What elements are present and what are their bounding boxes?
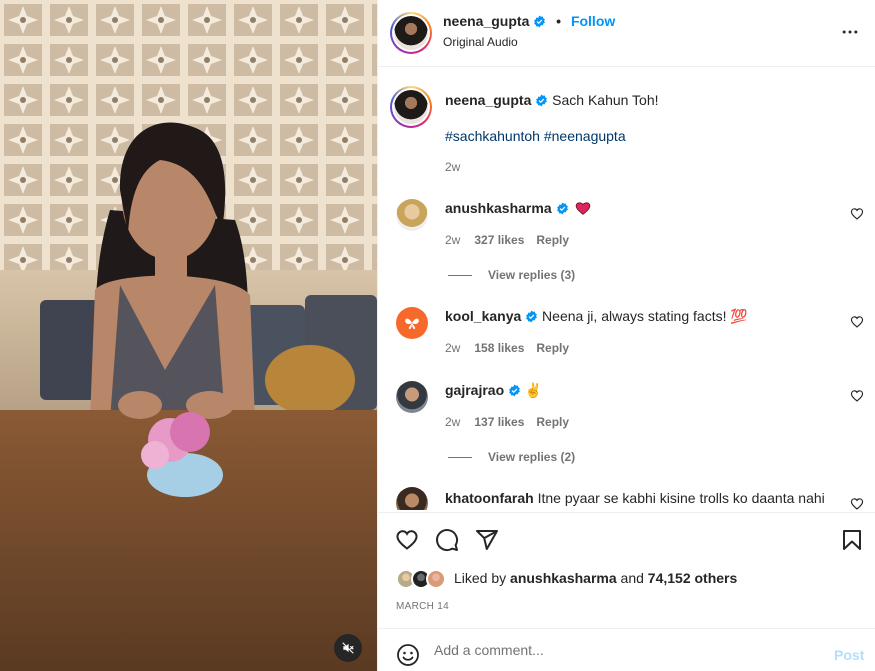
view-replies-label: View replies (2) — [488, 450, 576, 464]
comment-item: anushkasharma — [445, 200, 592, 216]
add-comment-bar: Post — [378, 628, 875, 671]
view-replies-label: View replies (3) — [488, 268, 576, 282]
video-frame — [0, 0, 377, 671]
comment-like-heart-icon[interactable] — [850, 207, 864, 221]
reply-button[interactable]: Reply — [536, 341, 569, 355]
verified-badge-icon — [536, 94, 548, 107]
audio-label[interactable]: Original Audio — [443, 35, 518, 49]
comments-list[interactable]: neena_gupta Sach Kahun Toh! #sachkahunto… — [378, 67, 875, 510]
replies-line — [448, 457, 472, 459]
more-options-icon[interactable] — [840, 22, 860, 42]
caption-text: Sach Kahun Toh! — [552, 92, 659, 108]
comment-item: khatoonfarah Itne pyaar se kabhi kisine … — [445, 490, 825, 506]
comment-icon[interactable] — [435, 528, 459, 552]
comment-avatar[interactable] — [396, 487, 428, 510]
liked-by-middle: and — [620, 570, 644, 586]
comment-input[interactable] — [434, 639, 814, 661]
caption-time: 2w — [445, 160, 461, 174]
liked-by-text: Liked by anushkasharma and 74,152 others — [454, 570, 737, 586]
comment-username[interactable]: anushkasharma — [445, 200, 552, 216]
comment-item: kool_kanya Neena ji, always stating fact… — [445, 308, 748, 325]
video-player[interactable] — [0, 0, 377, 671]
comment-meta: 2w 137 likes Reply — [445, 415, 569, 429]
bookmark-icon[interactable] — [840, 528, 864, 552]
verified-badge-icon — [509, 384, 520, 397]
verified-badge-icon — [534, 15, 546, 28]
caption-hashtags[interactable]: #sachkahuntoh #neenagupta — [445, 128, 626, 144]
comment-likes[interactable]: 137 likes — [474, 415, 524, 429]
reply-button[interactable]: Reply — [536, 233, 569, 247]
post-panel: neena_gupta • Follow Original Audio neen… — [377, 0, 875, 671]
view-replies-button[interactable]: View replies (3) — [448, 268, 575, 282]
comment-time: 2w — [445, 415, 461, 429]
comment-like-heart-icon[interactable] — [850, 315, 864, 329]
author-avatar[interactable] — [390, 12, 432, 54]
caption-avatar[interactable] — [390, 86, 432, 128]
heart-icon[interactable] — [395, 528, 419, 552]
share-icon[interactable] — [475, 528, 499, 552]
comment-time: 2w — [445, 341, 461, 355]
replies-line — [448, 275, 472, 277]
header-separator: • — [556, 13, 562, 29]
comment-username[interactable]: kool_kanya — [445, 308, 521, 324]
emoji-icon[interactable] — [396, 643, 420, 667]
caption-username[interactable]: neena_gupta — [445, 92, 531, 108]
muted-speaker-icon — [342, 642, 354, 654]
comment-username[interactable]: khatoonfarah — [445, 490, 534, 506]
comment-likes[interactable]: 158 likes — [474, 341, 524, 355]
verified-badge-icon — [526, 310, 538, 323]
liker-avatar — [426, 569, 446, 589]
reply-button[interactable]: Reply — [536, 415, 569, 429]
mute-toggle-button[interactable] — [334, 634, 362, 662]
comment-text: ✌️ — [524, 382, 543, 398]
post-actions: Liked by anushkasharma and 74,152 others… — [378, 512, 875, 628]
post-button[interactable]: Post — [834, 647, 864, 663]
comment-like-heart-icon[interactable] — [850, 389, 864, 403]
comment-meta: 2w 158 likes Reply — [445, 341, 569, 355]
author-username[interactable]: neena_gupta — [443, 13, 529, 29]
comment-meta: 2w 327 likes Reply — [445, 233, 569, 247]
comment-avatar[interactable] — [396, 307, 428, 339]
comment-avatar[interactable] — [396, 381, 428, 413]
comment-text: Itne pyaar se kabhi kisine trolls ko daa… — [537, 490, 825, 506]
comment-avatar[interactable] — [396, 199, 428, 231]
comment-text: Neena ji, always stating facts! 💯 — [542, 308, 748, 324]
verified-badge-icon — [556, 202, 568, 215]
liked-by-prefix: Liked by — [454, 570, 507, 586]
comment-time: 2w — [445, 233, 461, 247]
post-header: neena_gupta • Follow Original Audio — [378, 0, 875, 67]
caption: neena_gupta Sach Kahun Toh! — [445, 92, 659, 108]
liked-by-user[interactable]: anushkasharma — [510, 570, 617, 586]
comment-username[interactable]: gajrajrao — [445, 382, 504, 398]
comment-like-heart-icon[interactable] — [850, 497, 864, 510]
butterfly-icon — [405, 318, 419, 329]
follow-button[interactable]: Follow — [571, 13, 615, 29]
view-replies-button[interactable]: View replies (2) — [448, 450, 575, 464]
likes-count[interactable]: 74,152 others — [648, 570, 738, 586]
post-date[interactable]: MARCH 14 — [396, 601, 449, 612]
heart-emoji — [576, 202, 591, 215]
comment-likes[interactable]: 327 likes — [474, 233, 524, 247]
comment-item: gajrajrao ✌️ — [445, 382, 542, 399]
